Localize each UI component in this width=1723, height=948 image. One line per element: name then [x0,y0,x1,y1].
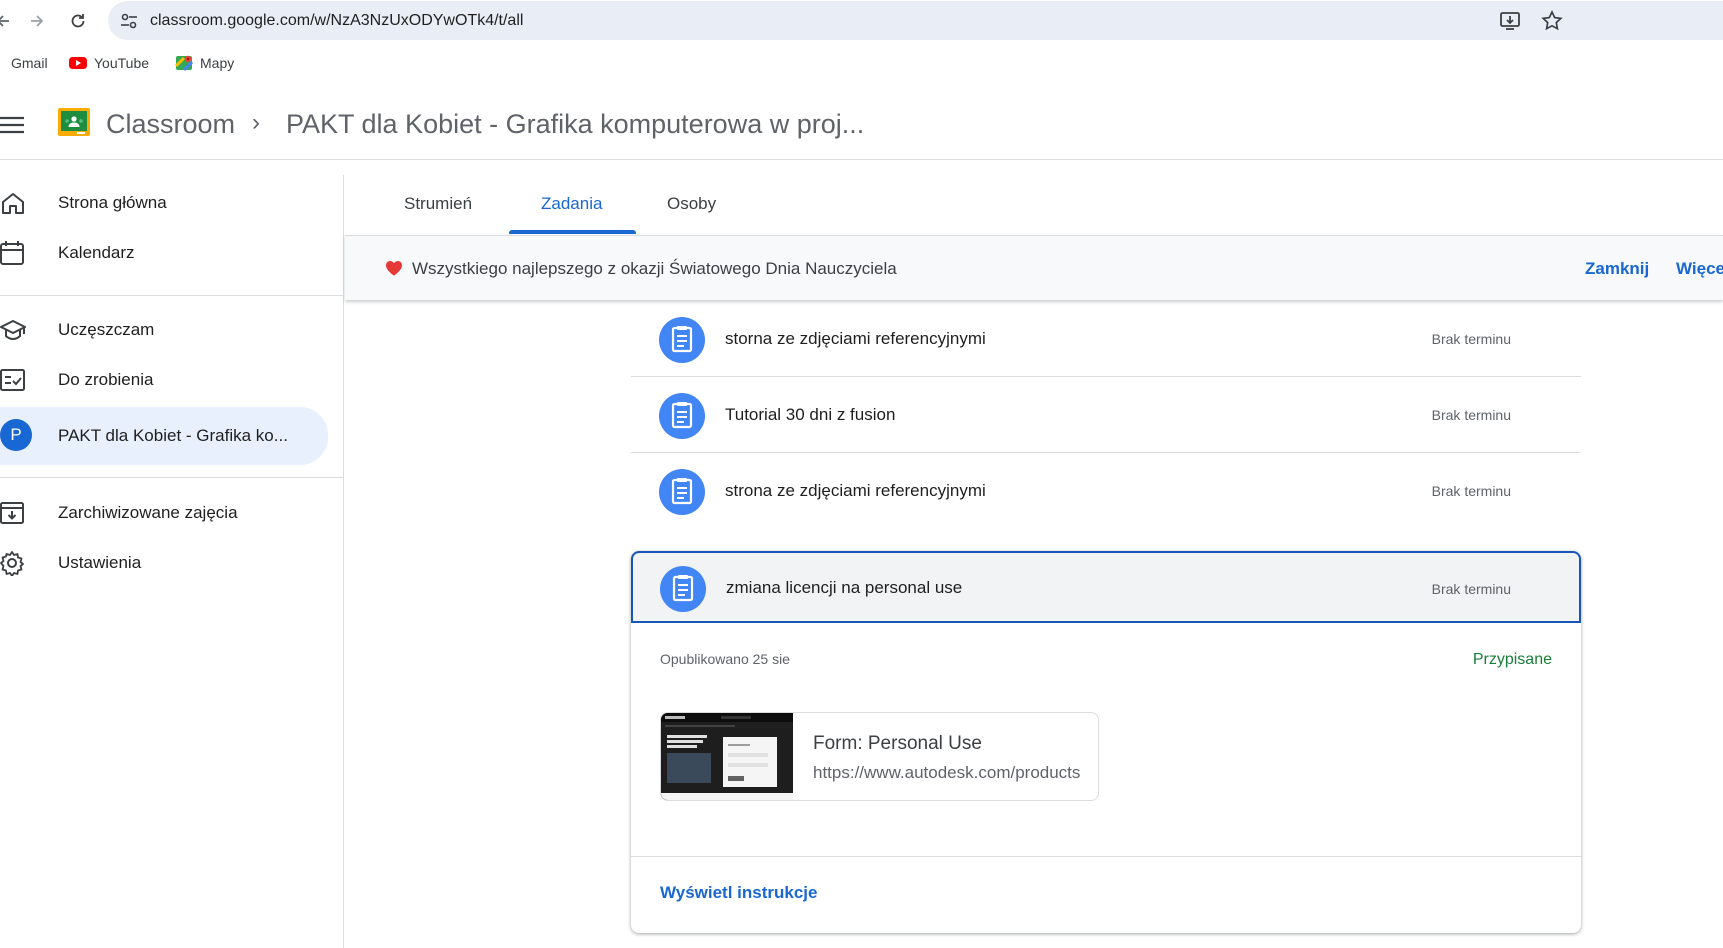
assignment-row[interactable]: storna ze zdjęciami referencyjnymi Brak … [631,301,1581,377]
bookmark-gmail[interactable]: Gmail [0,54,48,72]
sidebar-item-label: Do zrobienia [58,370,154,389]
install-app-icon[interactable] [1498,9,1522,33]
forward-icon[interactable] [22,6,52,36]
todo-icon [0,369,25,391]
sidebar-item-current-course[interactable]: P PAKT dla Kobiet - Grafika ko... [0,407,328,465]
sidebar-item-home[interactable]: Strona główna [0,175,328,231]
school-icon [0,320,26,341]
banner-more-button[interactable]: Więce [1676,259,1723,279]
sidebar-item-settings[interactable]: Ustawienia [0,535,328,591]
course-title[interactable]: PAKT dla Kobiet - Grafika komputerowa w … [286,109,864,140]
back-icon[interactable] [0,6,18,36]
course-avatar: P [0,419,32,451]
assignment-icon [659,469,705,515]
assignment-title: strona ze zdjęciami referencyjnymi [725,481,986,500]
assignment-title: storna ze zdjęciami referencyjnymi [725,329,986,348]
browser-toolbar: classroom.google.com/w/NzA3NzUxODYwOTk4/… [0,0,1723,42]
sidebar-divider [0,295,344,296]
assignment-row[interactable]: strona ze zdjęciami referencyjnymi Brak … [631,453,1581,529]
notification-banner: Wszystkiego najlepszego z okazji Światow… [345,235,1723,300]
assignment-title: zmiana licencji na personal use [726,578,963,597]
published-date: Opublikowano 25 sie [660,651,790,667]
assignment-due: Brak terminu [1431,331,1511,347]
active-tab-indicator [509,230,636,234]
course-tabs: Strumień Zadania Osoby [345,175,1723,235]
gmail-icon [0,54,4,72]
calendar-icon [0,241,24,265]
sidebar-item-label: Uczęszczam [58,320,155,339]
sidebar-item-archived[interactable]: Zarchiwizowane zajęcia [0,485,328,541]
tab-people[interactable]: Osoby [667,194,716,214]
bookmark-star-icon[interactable] [1540,9,1564,33]
main-menu-icon[interactable] [0,112,26,138]
bookmark-label: YouTube [94,55,150,71]
sidebar-item-label: Kalendarz [58,243,135,262]
status-badge: Przypisane [1472,651,1552,668]
site-settings-icon[interactable] [118,10,140,32]
breadcrumb-chevron-icon: › [252,109,260,136]
youtube-icon [69,57,87,69]
tab-stream[interactable]: Strumień [404,194,472,214]
sidebar-item-label: PAKT dla Kobiet - Grafika ko... [58,426,288,445]
heart-icon [386,261,402,276]
expanded-assignment-card: zmiana licencji na personal use Brak ter… [631,551,1581,933]
assignment-title: Tutorial 30 dni z fusion [725,405,896,424]
gear-icon [0,551,24,576]
maps-icon [175,55,193,72]
sidebar-item-calendar[interactable]: Kalendarz [0,225,328,281]
app-title[interactable]: Classroom [106,109,235,140]
view-instructions-link[interactable]: Wyświetl instrukcje [660,883,817,903]
expanded-assignment-header[interactable]: zmiana licencji na personal use Brak ter… [631,551,1581,623]
assignment-icon [660,566,706,612]
sidebar-item-label: Ustawienia [58,553,142,572]
attachment-thumbnail [661,713,793,800]
assignment-due: Brak terminu [1431,407,1511,423]
tab-classwork[interactable]: Zadania [541,194,602,214]
address-bar[interactable]: classroom.google.com/w/NzA3NzUxODYwOTk4/… [108,1,1723,40]
app-header: Classroom › PAKT dla Kobiet - Grafika ko… [0,90,1723,160]
attachment-url: https://www.autodesk.com/products [813,763,1081,782]
classroom-logo-icon[interactable] [58,108,90,136]
bookmark-youtube[interactable]: YouTube [69,54,149,72]
home-icon [2,193,24,214]
assignment-icon [659,317,705,363]
sidebar-item-label: Zarchiwizowane zajęcia [58,503,238,522]
archive-icon [0,502,24,524]
bookmark-label: Gmail [11,55,48,71]
bookmark-maps[interactable]: Mapy [175,54,234,72]
banner-close-button[interactable]: Zamknij [1585,259,1649,279]
attachment-title: Form: Personal Use [813,733,982,754]
sidebar-divider [0,477,344,478]
sidebar-item-todo[interactable]: Do zrobienia [0,352,328,408]
url-text[interactable]: classroom.google.com/w/NzA3NzUxODYwOTk4/… [150,12,523,30]
sidebar-item-enrolled[interactable]: Uczęszczam [0,302,328,358]
bookmarks-bar: Gmail YouTube Mapy [0,48,1723,80]
assignment-icon [659,393,705,439]
sidebar: Strona główna Kalendarz Uczęszczam Do zr… [0,175,344,948]
card-divider [631,856,1581,857]
sidebar-item-label: Strona główna [58,193,167,212]
bookmark-label: Mapy [200,55,235,71]
attachment-card[interactable]: Form: Personal Use https://www.autodesk.… [660,712,1099,801]
assignment-due: Brak terminu [1431,581,1511,597]
banner-message: Wszystkiego najlepszego z okazji Światow… [412,259,897,278]
assignment-row[interactable]: Tutorial 30 dni z fusion Brak terminu [631,377,1581,453]
assignment-due: Brak terminu [1431,483,1511,499]
reload-icon[interactable] [63,6,93,36]
